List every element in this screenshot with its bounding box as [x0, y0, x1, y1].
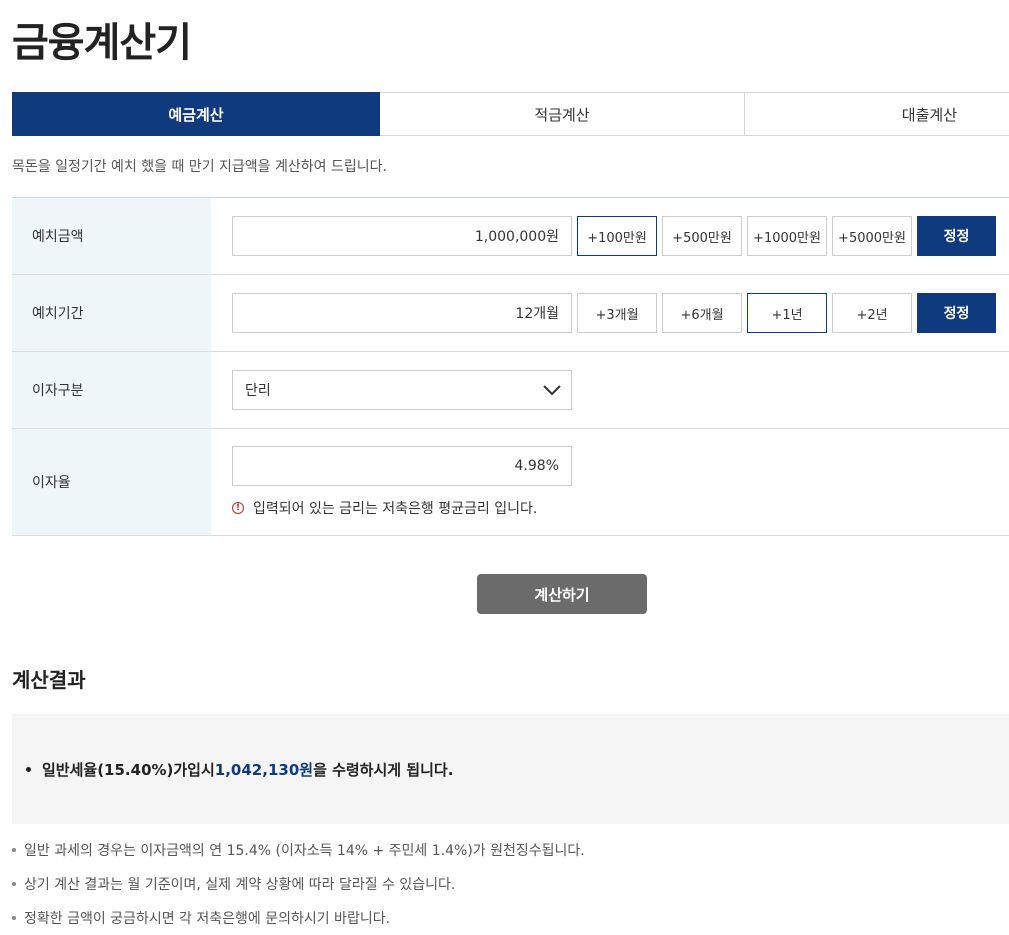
- interest-type-select[interactable]: 단리: [232, 370, 572, 410]
- deposit-period-field-group: 12개월 +3개월 +6개월 +1년 +2년 정정: [211, 275, 1009, 351]
- note-text: 일반 과세의 경우는 이자금액의 연 15.4% (이자소득 14% + 주민세…: [24, 843, 585, 859]
- deposit-amount-field-group: 1,000,000원 +100만원 +500만원 +1000만원 +5000만원…: [211, 198, 1009, 274]
- add-100-man-won-button[interactable]: +100만원: [577, 216, 657, 256]
- note-text: 상기 계산 결과는 월 기준이며, 실제 계약 상황에 따라 달라질 수 있습니…: [24, 877, 456, 893]
- page-title: 금융계산기: [12, 20, 192, 66]
- page-description: 목돈을 일정기간 예치 했을 때 만기 지급액을 계산하여 드립니다.: [12, 159, 387, 175]
- deposit-amount-row: 예치금액 1,000,000원 +100만원 +500만원 +1000만원 +5…: [12, 198, 1009, 275]
- calculator-form: 예치금액 1,000,000원 +100만원 +500만원 +1000만원 +5…: [12, 197, 1009, 536]
- note-text: 정확한 금액이 궁금하시면 각 저축은행에 문의하시기 바랍니다.: [24, 911, 391, 927]
- result-line: 일반세율(15.40%)가입시 1,042,130원 을 수령하시게 됩니다.: [26, 759, 453, 780]
- add-5000-man-won-button[interactable]: +5000만원: [832, 216, 912, 256]
- add-500-man-won-button[interactable]: +500만원: [662, 216, 742, 256]
- interest-rate-row: 이자율 4.98% ! 입력되어 있는 금리는 저축은행 평균금리 입니다.: [12, 429, 1009, 536]
- result-box: 일반세율(15.40%)가입시 1,042,130원 을 수령하시게 됩니다.: [12, 714, 1009, 824]
- bullet-icon: [12, 848, 16, 852]
- calculator-tabs: 예금계산 적금계산 대출계산: [12, 92, 1009, 136]
- deposit-period-reset-button[interactable]: 정정: [917, 293, 996, 333]
- deposit-amount-label: 예치금액: [12, 198, 211, 274]
- result-prefix: 일반세율(15.40%)가입시: [42, 760, 215, 779]
- note-item: 정확한 금액이 궁금하시면 각 저축은행에 문의하시기 바랍니다.: [12, 901, 1009, 935]
- deposit-period-row: 예치기간 12개월 +3개월 +6개월 +1년 +2년 정정: [12, 275, 1009, 352]
- interest-type-row: 이자구분 단리: [12, 352, 1009, 429]
- interest-rate-field-group: 4.98% ! 입력되어 있는 금리는 저축은행 평균금리 입니다.: [211, 429, 1009, 535]
- tab-loan[interactable]: 대출계산: [745, 93, 1009, 135]
- deposit-amount-reset-button[interactable]: 정정: [917, 216, 996, 256]
- add-1000-man-won-button[interactable]: +1000만원: [747, 216, 827, 256]
- result-suffix: 을 수령하시게 됩니다.: [313, 760, 454, 779]
- calculate-button[interactable]: 계산하기: [477, 574, 647, 614]
- add-2-years-button[interactable]: +2년: [832, 293, 912, 333]
- interest-rate-notice: ! 입력되어 있는 금리는 저축은행 평균금리 입니다.: [232, 498, 572, 518]
- note-item: 상기 계산 결과는 월 기준이며, 실제 계약 상황에 따라 달라질 수 있습니…: [12, 867, 1009, 901]
- result-amount: 1,042,130원: [214, 760, 314, 779]
- tab-deposit[interactable]: 예금계산: [12, 92, 380, 136]
- bullet-icon: [12, 882, 16, 886]
- interest-type-field-group: 단리: [211, 352, 1009, 428]
- deposit-amount-input[interactable]: 1,000,000원: [232, 216, 572, 256]
- deposit-period-label: 예치기간: [12, 275, 211, 351]
- notes-list: 일반 과세의 경우는 이자금액의 연 15.4% (이자소득 14% + 주민세…: [12, 833, 1009, 935]
- bullet-icon: [26, 766, 31, 772]
- bullet-icon: [12, 916, 16, 920]
- deposit-period-input[interactable]: 12개월: [232, 293, 572, 333]
- interest-rate-notice-text: 입력되어 있는 금리는 저축은행 평균금리 입니다.: [253, 501, 538, 517]
- interest-rate-label: 이자율: [12, 429, 211, 535]
- note-item: 일반 과세의 경우는 이자금액의 연 15.4% (이자소득 14% + 주민세…: [12, 833, 1009, 867]
- tab-savings[interactable]: 적금계산: [380, 93, 745, 135]
- add-3-months-button[interactable]: +3개월: [577, 293, 657, 333]
- add-1-year-button[interactable]: +1년: [747, 293, 827, 333]
- chevron-down-icon: [543, 381, 561, 399]
- add-6-months-button[interactable]: +6개월: [662, 293, 742, 333]
- interest-rate-input[interactable]: 4.98%: [232, 446, 572, 486]
- interest-type-selected-value: 단리: [245, 383, 271, 399]
- result-title: 계산결과: [12, 668, 86, 692]
- warning-icon: !: [232, 502, 244, 514]
- interest-type-label: 이자구분: [12, 352, 211, 428]
